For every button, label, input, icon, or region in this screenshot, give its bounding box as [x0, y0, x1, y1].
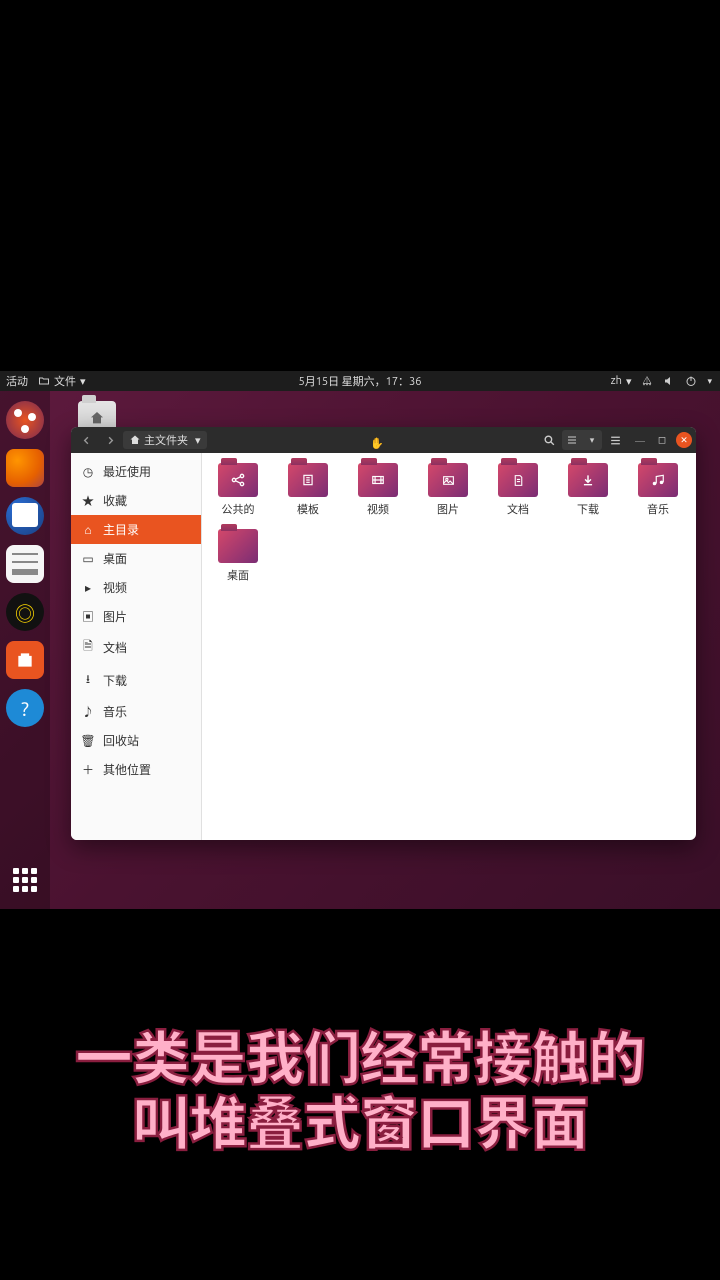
image-icon [428, 463, 468, 497]
folder-documents[interactable]: 文档 [488, 463, 548, 517]
template-icon [288, 463, 328, 497]
subtitle-line-1: 一类是我们经常接触的 [0, 1026, 720, 1091]
trash-icon: 🗑 [81, 734, 95, 748]
folder-downloads[interactable]: 下载 [558, 463, 618, 517]
dock-software-icon[interactable] [6, 641, 44, 679]
dock-thunderbird-icon[interactable] [6, 497, 44, 535]
nav-forward-button[interactable] [99, 430, 121, 450]
app-menu-label: 文件 [54, 373, 76, 389]
subtitle-line-2: 叫堆叠式窗口界面 [0, 1091, 720, 1156]
sidebar-item-starred[interactable]: ★收藏 [71, 486, 201, 515]
sidebar-item-videos[interactable]: ▸视频 [71, 573, 201, 602]
chevron-down-icon: ▾ [707, 376, 712, 387]
chevron-down-icon: ▾ [195, 434, 201, 447]
sidebar-item-other[interactable]: ＋其他位置 [71, 755, 201, 784]
clock-icon: ◷ [81, 465, 95, 479]
sidebar-item-home[interactable]: ⌂主目录 [71, 515, 201, 544]
folder-videos[interactable]: 视频 [348, 463, 408, 517]
app-menu[interactable]: 文件 ▾ [38, 373, 86, 389]
dock-show-apps[interactable] [6, 861, 44, 899]
dock-files-icon[interactable] [6, 545, 44, 583]
document-icon: 🗎 [81, 637, 95, 658]
dock-ubuntu-icon[interactable] [6, 401, 44, 439]
video-icon [358, 463, 398, 497]
folder-desktop[interactable]: 桌面 [208, 529, 268, 583]
folder-public[interactable]: 公共的 [208, 463, 268, 517]
minimize-button[interactable]: ─ [632, 432, 648, 448]
dock: ◎ ? [0, 391, 50, 909]
subtitle-overlay: 一类是我们经常接触的 叫堆叠式窗口界面 [0, 1026, 720, 1156]
music-icon [638, 463, 678, 497]
sidebar-item-music[interactable]: ♪音乐 [71, 697, 201, 726]
sidebar-item-pictures[interactable]: ▣图片 [71, 602, 201, 631]
search-button[interactable] [538, 430, 560, 450]
folder-templates[interactable]: 模板 [278, 463, 338, 517]
share-icon [218, 463, 258, 497]
path-bar[interactable]: 主文件夹 ▾ [123, 431, 207, 449]
chevron-down-icon[interactable]: ▾ [582, 430, 602, 450]
clock[interactable]: 5月15日 星期六，17：36 [299, 373, 422, 389]
home-icon: ⌂ [81, 523, 95, 537]
download-icon [568, 463, 608, 497]
list-view-icon[interactable] [562, 430, 582, 450]
document-icon [498, 463, 538, 497]
top-panel: 活动 文件 ▾ 5月15日 星期六，17：36 zh ▾ ▾ [0, 371, 720, 391]
sidebar-item-downloads[interactable]: ⭳下载 [71, 664, 201, 697]
download-icon: ⭳ [81, 670, 95, 691]
folder-grid: 公共的 模板 视频 图片 文档 下载 音乐 桌面 [202, 453, 696, 840]
dock-firefox-icon[interactable] [6, 449, 44, 487]
sidebar-item-desktop[interactable]: ▭桌面 [71, 544, 201, 573]
desktop-icon: ▭ [81, 552, 95, 566]
folder-music[interactable]: 音乐 [628, 463, 688, 517]
sidebar-item-recent[interactable]: ◷最近使用 [71, 457, 201, 486]
cursor-icon: ✋ [370, 437, 384, 450]
activities-button[interactable]: 活动 [6, 373, 28, 389]
hamburger-menu-button[interactable] [604, 430, 626, 450]
plus-icon: ＋ [81, 761, 95, 778]
sidebar: ◷最近使用 ★收藏 ⌂主目录 ▭桌面 ▸视频 ▣图片 🗎文档 ⭳下载 ♪音乐 🗑… [71, 453, 202, 840]
video-icon: ▸ [81, 581, 95, 595]
path-label: 主文件夹 [144, 432, 188, 448]
view-switcher[interactable]: ▾ [562, 430, 602, 450]
volume-icon[interactable] [663, 375, 675, 387]
folder-pictures[interactable]: 图片 [418, 463, 478, 517]
music-icon: ♪ [81, 703, 95, 720]
home-icon [129, 434, 141, 446]
file-manager-window: 主文件夹 ▾ ▾ ─ ◻ ✕ ◷最近使用 ★收藏 ⌂主目录 ▭桌面 ▸视频 ▣图… [71, 427, 696, 840]
home-icon [86, 409, 108, 427]
input-source[interactable]: zh ▾ [611, 375, 632, 388]
desktop-screen: 活动 文件 ▾ 5月15日 星期六，17：36 zh ▾ ▾ ◎ [0, 371, 720, 909]
sidebar-item-trash[interactable]: 🗑回收站 [71, 726, 201, 755]
power-icon[interactable] [685, 375, 697, 387]
folder-icon [38, 375, 50, 387]
close-button[interactable]: ✕ [676, 432, 692, 448]
chevron-down-icon: ▾ [80, 375, 86, 388]
star-icon: ★ [81, 492, 95, 509]
dock-help-icon[interactable]: ? [6, 689, 44, 727]
sidebar-item-documents[interactable]: 🗎文档 [71, 631, 201, 664]
dock-rhythmbox-icon[interactable]: ◎ [6, 593, 44, 631]
maximize-button[interactable]: ◻ [654, 432, 670, 448]
chevron-down-icon: ▾ [626, 375, 632, 388]
image-icon: ▣ [81, 608, 95, 625]
nav-back-button[interactable] [75, 430, 97, 450]
network-icon[interactable] [641, 375, 653, 387]
